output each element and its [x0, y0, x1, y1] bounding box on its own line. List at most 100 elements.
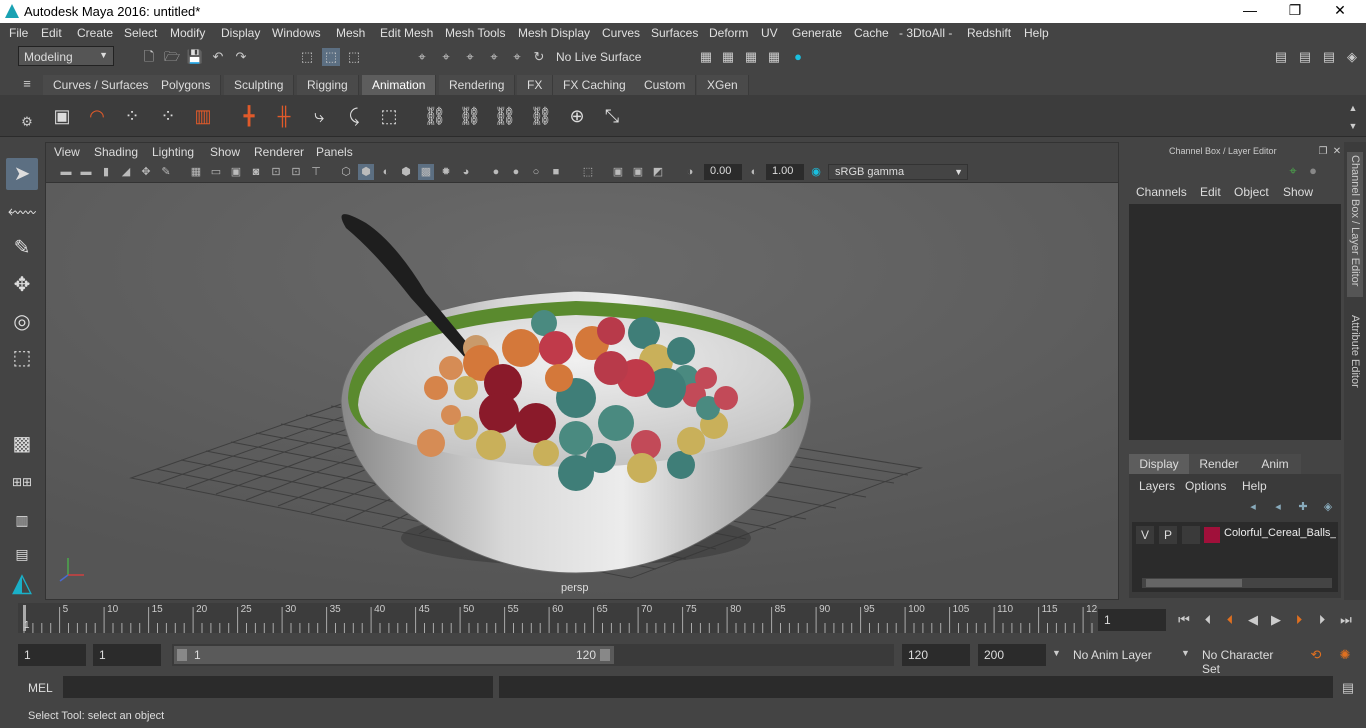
tab-rigging[interactable]: Rigging — [297, 75, 359, 95]
snap-curve-icon[interactable]: ⌖ — [437, 48, 455, 66]
lasso-tool-icon[interactable]: ⬳ — [6, 197, 38, 229]
shelf-scroll-down-icon[interactable]: ▼ — [1344, 117, 1362, 135]
channels-menu[interactable]: Channels — [1136, 185, 1187, 199]
camera-attributes-icon[interactable]: ▬ — [78, 164, 94, 180]
layers-menu[interactable]: Layers — [1139, 479, 1175, 493]
layout-single-icon[interactable]: ▩ — [6, 428, 38, 460]
shelf-options-gear-icon[interactable]: ⚙ — [18, 113, 36, 131]
scale-constraint-icon[interactable]: ⛓ — [528, 103, 554, 129]
go-to-start-icon[interactable]: ⏮ — [1175, 611, 1193, 629]
aim-constraint-icon[interactable]: ⊕ — [564, 103, 590, 129]
layer-options-menu[interactable]: Options — [1185, 479, 1226, 493]
live-surface-field[interactable]: No Live Surface — [551, 47, 647, 67]
snap-view-icon[interactable]: ⌖ — [485, 48, 503, 66]
xray-icon[interactable]: ▣ — [610, 164, 626, 180]
motion-trail-icon[interactable]: ◠ — [84, 103, 110, 129]
gamma-icon[interactable]: ◐ — [746, 164, 762, 180]
film-gate-icon[interactable]: ▭ — [208, 164, 224, 180]
parent-constraint-icon[interactable]: ⛓ — [422, 103, 448, 129]
menu-3dtoall[interactable]: - 3DtoAll - — [899, 26, 952, 40]
step-forward-key-icon[interactable]: ⏵ — [1313, 611, 1331, 629]
auto-key-icon[interactable]: ⟲ — [1307, 646, 1325, 664]
undo-icon[interactable]: ↶ — [209, 48, 227, 66]
layout-two-icon[interactable]: ▥ — [6, 504, 38, 536]
play-backward-icon[interactable]: ◀ — [1244, 611, 1262, 629]
new-layer-icon[interactable]: ✚ — [1294, 498, 1312, 516]
menu-surfaces[interactable]: Surfaces — [651, 26, 698, 40]
tab-render[interactable]: Render — [1189, 454, 1249, 474]
select-component-icon[interactable]: ⬚ — [345, 48, 363, 66]
gate-mask-icon[interactable]: ◙ — [248, 164, 264, 180]
tab-fx-caching[interactable]: FX Caching — [553, 75, 637, 95]
smooth-shade-icon[interactable]: ⬢ — [358, 164, 374, 180]
menu-help[interactable]: Help — [1024, 26, 1049, 40]
range-slider-right-grip[interactable] — [600, 649, 610, 661]
anti-aliasing-icon[interactable]: ○ — [528, 164, 544, 180]
channel-object-menu[interactable]: Object — [1234, 185, 1269, 199]
character-set-dropdown[interactable]: No Character Set — [1196, 644, 1300, 676]
tab-polygons[interactable]: Polygons — [151, 75, 222, 95]
animation-end-field[interactable]: 200 — [978, 644, 1046, 666]
rotate-tool-icon[interactable]: ◎ — [6, 306, 38, 338]
resolution-gate-icon[interactable]: ▣ — [228, 164, 244, 180]
menu-mesh-display[interactable]: Mesh Display — [518, 26, 590, 40]
current-frame-field[interactable]: 1 — [1098, 609, 1166, 631]
gamma-field[interactable]: 1.00 — [766, 164, 804, 180]
unghost-icon[interactable]: ⁘ — [155, 103, 181, 129]
bookmark-icon[interactable]: ▮ — [98, 164, 114, 180]
minimize-button[interactable]: — — [1230, 2, 1270, 20]
two-d-pan-icon[interactable]: ✥ — [138, 164, 154, 180]
ambient-occlusion-icon[interactable]: ● — [488, 164, 504, 180]
layer-scrollbar[interactable] — [1142, 578, 1332, 588]
safe-action-icon[interactable]: ⊡ — [288, 164, 304, 180]
mel-label[interactable]: MEL — [28, 681, 53, 695]
menu-display[interactable]: Display — [221, 26, 260, 40]
chevron-down-icon[interactable]: ▼ — [1181, 648, 1190, 658]
image-plane-icon[interactable]: ◢ — [118, 164, 134, 180]
vp-menu-shading[interactable]: Shading — [94, 145, 138, 159]
make-live-icon[interactable]: ↻ — [530, 48, 548, 66]
layer-playback-toggle[interactable]: P — [1159, 526, 1177, 544]
menu-cache[interactable]: Cache — [854, 26, 889, 40]
mel-input[interactable] — [63, 676, 493, 698]
ik-handle-icon[interactable]: ⤹ — [341, 103, 367, 129]
menu-file[interactable]: File — [9, 26, 28, 40]
menu-modify[interactable]: Modify — [170, 26, 205, 40]
color-space-dropdown[interactable]: sRGB gamma ▼ — [828, 164, 968, 180]
layout-four-icon[interactable]: ⊞⊞ — [6, 466, 38, 498]
go-to-end-icon[interactable]: ⏭ — [1337, 611, 1355, 629]
exposure-field[interactable]: 0.00 — [704, 164, 742, 180]
channel-show-menu[interactable]: Show — [1283, 185, 1313, 199]
snap-surface-icon[interactable]: ⌖ — [508, 48, 526, 66]
playblast-icon[interactable]: ▣ — [49, 103, 75, 129]
select-tool-icon[interactable]: ➤ — [6, 158, 38, 190]
range-slider[interactable]: 1 120 — [172, 644, 894, 666]
render-view-icon[interactable]: ▦ — [697, 48, 715, 66]
playback-start-field[interactable]: 1 — [93, 644, 161, 666]
menu-edit[interactable]: Edit — [41, 26, 62, 40]
menu-uv[interactable]: UV — [761, 26, 778, 40]
animation-preferences-icon[interactable]: ✺ — [1336, 646, 1354, 664]
tab-anim[interactable]: Anim — [1249, 454, 1301, 474]
chevron-down-icon[interactable]: ▼ — [1052, 648, 1061, 658]
tab-xgen[interactable]: XGen — [697, 75, 749, 95]
menu-select[interactable]: Select — [124, 26, 157, 40]
motion-blur-icon[interactable]: ● — [508, 164, 524, 180]
safe-title-icon[interactable]: ⊤ — [308, 164, 324, 180]
vp-menu-show[interactable]: Show — [210, 145, 240, 159]
field-chart-icon[interactable]: ⊡ — [268, 164, 284, 180]
step-back-key-icon[interactable]: ⏴ — [1199, 611, 1217, 629]
save-scene-icon[interactable]: 💾 — [186, 48, 204, 66]
play-forward-icon[interactable]: ▶ — [1267, 611, 1285, 629]
menu-create[interactable]: Create — [77, 26, 113, 40]
isolate-select-icon[interactable]: ⬚ — [580, 164, 596, 180]
tab-custom[interactable]: Custom — [634, 75, 697, 95]
bake-animation-icon[interactable]: ▥ — [190, 103, 216, 129]
shelf-menu-icon[interactable]: ≡ — [18, 75, 36, 93]
outliner-toggle-icon[interactable]: ▤ — [1296, 48, 1314, 66]
tab-sculpting[interactable]: Sculpting — [224, 75, 295, 95]
color-management-icon[interactable]: ◉ — [808, 164, 824, 180]
wireframe-icon[interactable]: ⬡ — [338, 164, 354, 180]
menu-redshift[interactable]: Redshift — [967, 26, 1011, 40]
tab-curves-surfaces[interactable]: Curves / Surfaces — [43, 75, 160, 95]
